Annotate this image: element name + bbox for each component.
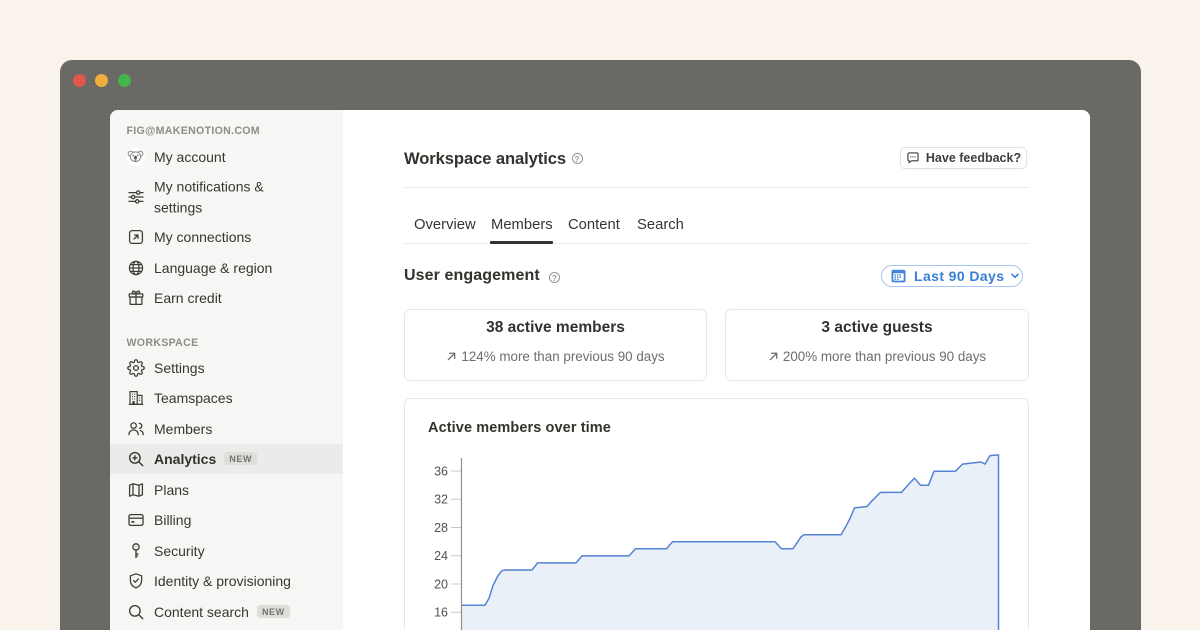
svg-text:16: 16	[434, 606, 448, 620]
svg-text:36: 36	[434, 464, 448, 478]
svg-text:32: 32	[434, 493, 448, 507]
svg-text:20: 20	[434, 577, 448, 591]
svg-text:28: 28	[434, 521, 448, 535]
svg-text:24: 24	[434, 549, 448, 563]
